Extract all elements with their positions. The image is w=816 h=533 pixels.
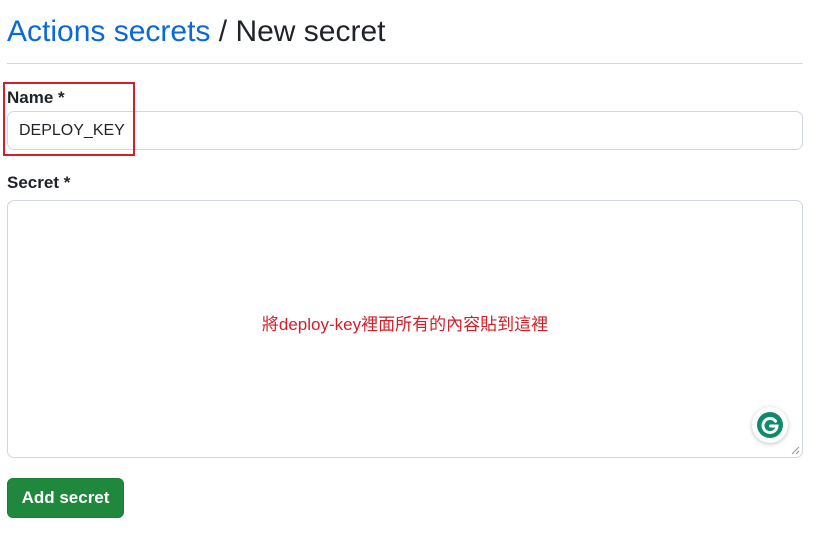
breadcrumb-current: New secret	[235, 15, 386, 48]
add-secret-button[interactable]: Add secret	[7, 478, 124, 518]
breadcrumb-separator: /	[210, 15, 236, 48]
grammarly-g-icon	[757, 412, 783, 438]
name-label: Name *	[7, 88, 65, 107]
secret-textarea[interactable]: 將deploy-key裡面所有的內容貼到這裡	[7, 200, 803, 458]
grammarly-icon[interactable]	[752, 407, 788, 443]
page-title: Actions secrets / New secret	[7, 13, 385, 51]
title-divider	[7, 63, 803, 64]
breadcrumb-actions-secrets-link[interactable]: Actions secrets	[7, 15, 210, 48]
name-input[interactable]: DEPLOY_KEY	[7, 111, 803, 150]
resize-handle-icon[interactable]	[791, 446, 800, 455]
secret-annotation-text: 將deploy-key裡面所有的內容貼到這裡	[261, 315, 549, 334]
secret-label: Secret *	[7, 173, 71, 192]
